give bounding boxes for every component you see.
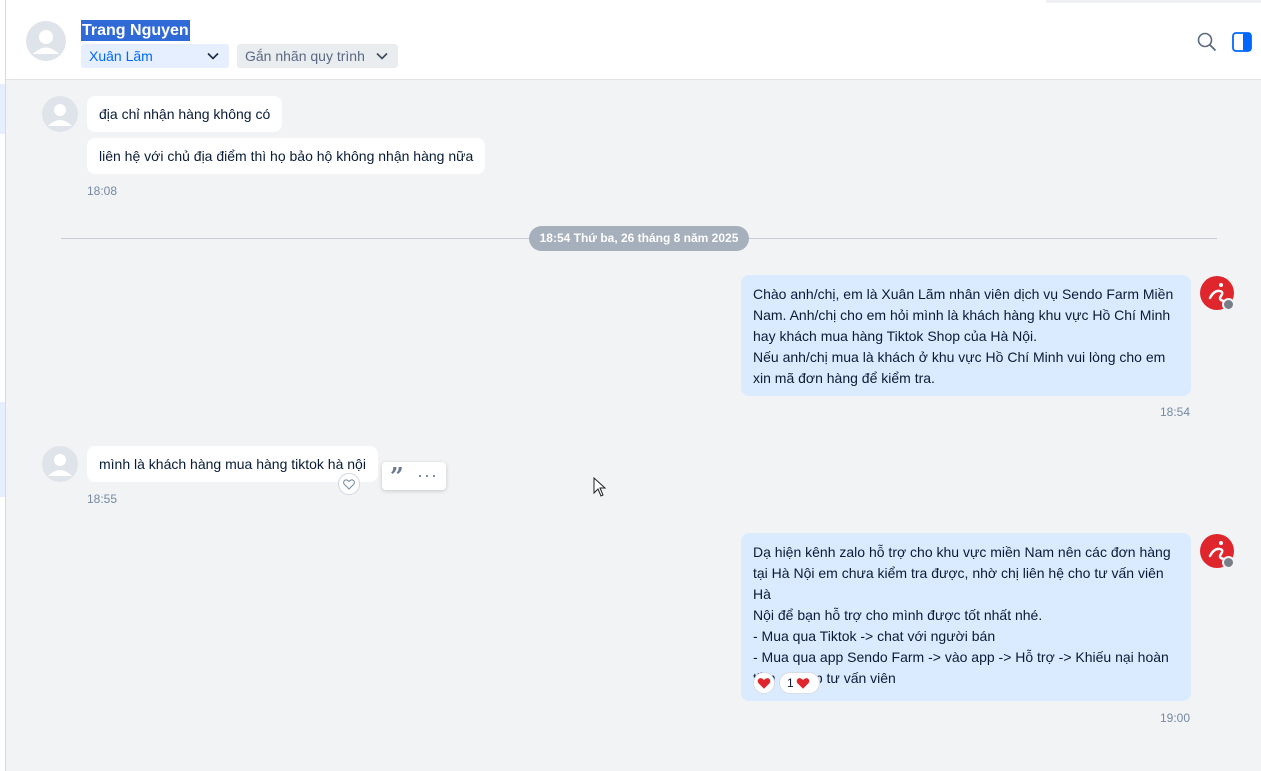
sender-avatar[interactable] — [42, 96, 78, 132]
message-line: xin mã đơn hàng để kiểm tra. — [753, 370, 935, 386]
search-icon[interactable] — [1196, 31, 1218, 53]
date-divider: 18:54 Thứ ba, 26 tháng 8 năm 2025 — [529, 226, 749, 251]
message-line: Dạ hiện kênh zalo hỗ trợ cho khu vực miề… — [753, 544, 1171, 560]
message-actions: ” ··· — [382, 462, 446, 490]
message-line: Nội để bạn hỗ trợ cho mình được tốt nhất… — [753, 607, 1043, 623]
toggle-panel-icon[interactable] — [1231, 31, 1253, 53]
react-heart-button[interactable] — [753, 672, 775, 694]
tag-label: Gắn nhãn quy trình — [245, 48, 365, 64]
chevron-down-icon — [376, 52, 388, 60]
status-badge — [1222, 556, 1235, 569]
message-text: liên hệ với chủ địa điểm thì họ bảo hộ k… — [99, 148, 474, 164]
react-button[interactable] — [338, 473, 360, 495]
chevron-down-icon — [207, 52, 219, 60]
message-line: Nam. Anh/chị cho em hỏi mình là khách hà… — [753, 307, 1171, 323]
more-icon[interactable]: ··· — [417, 463, 438, 487]
quote-icon[interactable]: ” — [390, 464, 404, 490]
message-text: địa chỉ nhận hàng không có — [99, 106, 271, 122]
assignee-dropdown[interactable]: Xuân Lãm — [81, 44, 229, 68]
heart-icon — [757, 678, 771, 689]
message-line: hay khách mua hàng Tiktok Shop của Hà Nộ… — [753, 328, 1038, 344]
message-time: 18:08 — [87, 184, 118, 198]
message-time: 19:00 — [1160, 711, 1191, 725]
message-text: mình là khách hàng mua hàng tiktok hà nộ… — [99, 456, 366, 472]
message-time: 18:54 — [1160, 405, 1191, 419]
message-bubble[interactable]: liên hệ với chủ địa điểm thì họ bảo hộ k… — [87, 138, 486, 174]
message-bubble[interactable]: địa chỉ nhận hàng không có — [87, 96, 283, 132]
message-time: 18:55 — [87, 492, 118, 506]
chat-header: Trang Nguyen Xuân Lãm Gắn nhãn quy trình — [6, 0, 1261, 80]
message-bubble[interactable]: Chào anh/chị, em là Xuân Lãm nhân viên d… — [741, 275, 1191, 396]
message-line: tại Hà Nội em chưa kiểm tra được, nhờ ch… — [753, 565, 1164, 602]
agent-avatar[interactable] — [1200, 534, 1235, 569]
message-line: - Mua qua Tiktok -> chat với người bán — [753, 628, 996, 644]
sender-avatar[interactable] — [42, 446, 78, 482]
message-line: Chào anh/chị, em là Xuân Lãm nhân viên d… — [753, 286, 1174, 302]
contact-avatar[interactable] — [26, 21, 66, 61]
panel-highlight — [0, 84, 5, 134]
reaction-summary[interactable]: 1 — [779, 672, 820, 694]
status-badge — [1222, 298, 1235, 311]
agent-avatar[interactable] — [1200, 276, 1235, 311]
tag-dropdown[interactable]: Gắn nhãn quy trình — [237, 44, 398, 68]
message-bubble[interactable]: mình là khách hàng mua hàng tiktok hà nộ… — [87, 446, 378, 482]
assignee-label: Xuân Lãm — [89, 48, 153, 64]
reaction-count: 1 — [787, 676, 794, 690]
header-shadow — [1046, 0, 1261, 3]
contact-name[interactable]: Trang Nguyen — [81, 20, 190, 41]
panel-highlight — [0, 402, 5, 497]
heart-icon — [796, 678, 810, 689]
heart-outline-icon — [343, 479, 355, 490]
message-line: Nếu anh/chị mua là khách ở khu vực Hồ Ch… — [753, 349, 1166, 365]
message-list[interactable]: địa chỉ nhận hàng không có liên hệ với c… — [6, 80, 1261, 771]
mouse-cursor-icon — [593, 477, 607, 497]
message-line: - Mua qua app Sendo Farm -> vào app -> H… — [753, 649, 1169, 665]
